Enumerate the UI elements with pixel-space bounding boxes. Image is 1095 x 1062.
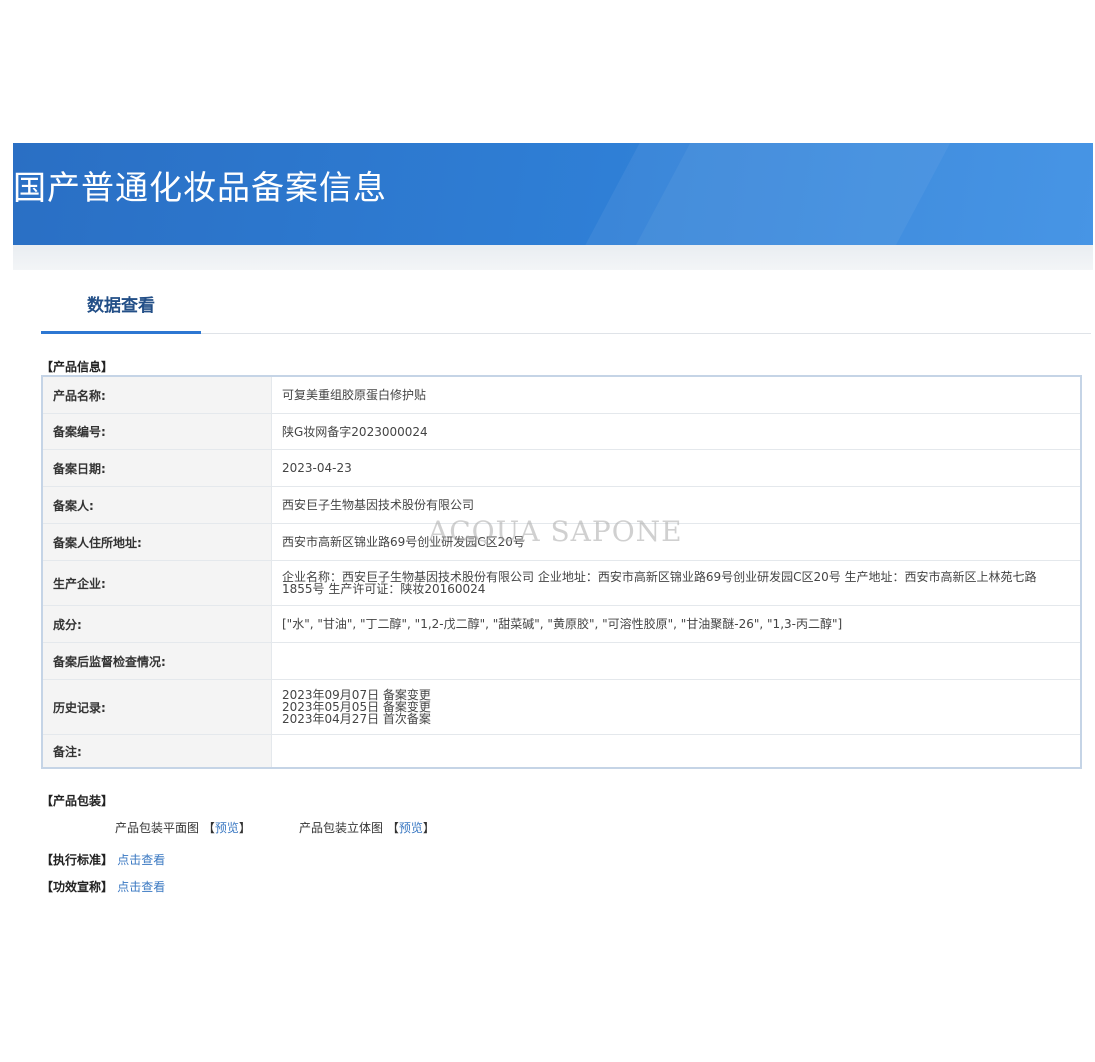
product-info-table: 产品名称: 可复美重组胶原蛋白修护贴 备案编号: 陕G妆网备字202300002… [41,375,1082,769]
page-title: 国产普通化妆品备案信息 [13,168,387,207]
header-banner: 国产普通化妆品备案信息 [13,143,1093,245]
row-label: 生产企业: [43,561,272,605]
table-row: 成分: ["水", "甘油", "丁二醇", "1,2-戊二醇", "甜菜碱",… [43,606,1080,643]
bracket-open: 【 [386,821,399,835]
tab-bar: 数据查看 [41,270,1091,336]
row-value: 陕G妆网备字2023000024 [282,424,428,439]
table-row: 备注: [43,735,1080,767]
section-label-efficacy: 【功效宣称】 [41,880,114,894]
row-label: 备案人住所地址: [43,524,272,560]
table-row: 备案后监督检查情况: [43,643,1080,680]
table-row: 产品名称: 可复美重组胶原蛋白修护贴 [43,377,1080,414]
section-label-product-info: 【产品信息】 [41,360,114,374]
section-label-packaging: 【产品包装】 [41,794,114,808]
package-flat-item: 产品包装平面图 【预览】 [115,819,251,836]
active-tab-indicator [41,331,201,334]
table-row: 备案人: 西安巨子生物基因技术股份有限公司 [43,487,1080,524]
table-row: 备案编号: 陕G妆网备字2023000024 [43,414,1080,450]
sub-header-bar [13,245,1093,270]
row-value: 2023-04-23 [282,461,352,475]
tab-data-view[interactable]: 数据查看 [41,270,201,334]
bracket-open: 【 [202,821,215,835]
standard-view-link[interactable]: 点击查看 [117,853,165,867]
efficacy-line: 【功效宣称】 点击查看 [41,878,165,895]
row-value [282,643,1040,679]
row-value: 企业名称：西安巨子生物基因技术股份有限公司 企业地址：西安市高新区锦业路69号创… [282,570,1037,596]
row-value-history: 2023年09月07日 备案变更 2023年05月05日 备案变更 2023年0… [282,688,431,726]
table-row: 备案人住所地址: 西安市高新区锦业路69号创业研发园C区20号 [43,524,1080,561]
row-label: 产品名称: [43,377,272,413]
row-label: 备案人: [43,487,272,523]
row-value: 西安巨子生物基因技术股份有限公司 [282,498,475,512]
row-value: 西安市高新区锦业路69号创业研发园C区20号 [282,535,525,549]
preview-flat-link[interactable]: 预览 [215,821,239,835]
row-value [282,735,1040,767]
row-label: 备案编号: [43,414,272,449]
bracket-close: 】 [238,821,251,835]
bracket-close: 】 [422,821,435,835]
package-3d-label: 产品包装立体图 [299,821,384,835]
preview-3d-link[interactable]: 预览 [399,821,423,835]
efficacy-view-link[interactable]: 点击查看 [117,880,165,894]
row-label: 备案日期: [43,450,272,486]
row-label: 成分: [43,606,272,642]
package-flat-label: 产品包装平面图 [115,821,200,835]
row-value: 可复美重组胶原蛋白修护贴 [282,388,427,402]
package-3d-item: 产品包装立体图 【预览】 [299,819,435,836]
row-label: 备案后监督检查情况: [43,643,272,679]
standard-line: 【执行标准】 点击查看 [41,851,165,868]
section-label-standard: 【执行标准】 [41,853,114,867]
table-row: 历史记录: 2023年09月07日 备案变更 2023年05月05日 备案变更 … [43,680,1080,735]
row-label: 备注: [43,735,272,767]
table-row: 生产企业: 企业名称：西安巨子生物基因技术股份有限公司 企业地址：西安市高新区锦… [43,561,1080,606]
row-label: 历史记录: [43,680,272,734]
table-row: 备案日期: 2023-04-23 [43,450,1080,487]
row-value: ["水", "甘油", "丁二醇", "1,2-戊二醇", "甜菜碱", "黄原… [282,617,843,631]
